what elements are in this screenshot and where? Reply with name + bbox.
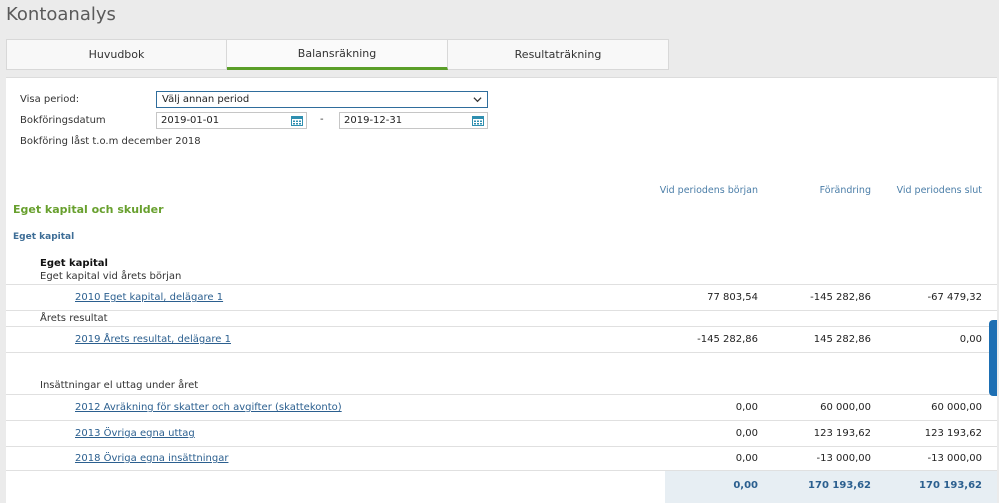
period-select[interactable]: Välj annan period	[156, 91, 488, 108]
section-subtitle: Eget kapital	[13, 232, 75, 242]
row-divider	[6, 352, 997, 353]
cell-end: 0,00	[959, 334, 982, 345]
date-from-value: 2019-01-01	[161, 115, 220, 126]
account-link-2019[interactable]: 2019 Årets resultat, delägare 1	[75, 334, 231, 345]
period-label: Visa period:	[20, 94, 80, 105]
cell-change: 60 000,00	[820, 402, 871, 413]
cell-change: 145 282,86	[813, 334, 871, 345]
date-label: Bokföringsdatum	[20, 115, 106, 126]
cell-end: -67 479,32	[927, 292, 982, 303]
cell-start: -145 282,86	[697, 334, 758, 345]
column-header-start: Vid periodens början	[659, 185, 758, 196]
cell-end: -13 000,00	[927, 453, 982, 464]
cell-end: 60 000,00	[931, 402, 982, 413]
scrollbar-thumb[interactable]	[989, 320, 997, 396]
date-to-value: 2019-12-31	[344, 115, 403, 126]
row-divider	[6, 310, 997, 311]
total-start: 0,00	[733, 480, 758, 491]
column-header-end: Vid periodens slut	[896, 185, 982, 196]
tab-resultatrakning[interactable]: Resultaträkning	[448, 39, 669, 70]
row-divider	[6, 284, 997, 285]
tab-bar: Huvudbok Balansräkning Resultaträkning	[6, 39, 669, 70]
account-link-2010[interactable]: 2010 Eget kapital, delägare 1	[75, 292, 223, 303]
chevron-down-icon	[473, 97, 482, 103]
row-divider	[6, 446, 997, 447]
calendar-icon[interactable]	[291, 115, 303, 126]
period-select-value: Välj annan period	[162, 94, 250, 105]
cell-start: 0,00	[735, 453, 758, 464]
tab-huvudbok[interactable]: Huvudbok	[6, 39, 227, 70]
date-separator: -	[320, 114, 324, 125]
account-link-2013[interactable]: 2013 Övriga egna uttag	[75, 428, 195, 439]
subgroup-label: Eget kapital vid årets början	[40, 271, 182, 282]
tab-balansrakning[interactable]: Balansräkning	[227, 39, 448, 70]
date-from-input[interactable]: 2019-01-01	[156, 112, 307, 129]
row-divider	[6, 394, 997, 395]
cell-start: 0,00	[735, 402, 758, 413]
account-link-2012[interactable]: 2012 Avräkning för skatter och avgifter …	[75, 402, 342, 413]
row-divider	[6, 326, 997, 327]
row-divider	[6, 420, 997, 421]
total-change: 170 193,62	[808, 480, 871, 491]
section-title: Eget kapital och skulder	[13, 203, 164, 216]
page-title: Kontoanalys	[6, 4, 116, 25]
cell-end: 123 193,62	[924, 428, 982, 439]
date-to-input[interactable]: 2019-12-31	[339, 112, 488, 129]
calendar-icon[interactable]	[472, 115, 484, 126]
total-end: 170 193,62	[919, 480, 982, 491]
subgroup-label: Insättningar el uttag under året	[40, 380, 199, 391]
cell-change: -13 000,00	[816, 453, 871, 464]
cell-change: -145 282,86	[810, 292, 871, 303]
lock-note: Bokföring låst t.o.m december 2018	[20, 136, 201, 147]
group-title: Eget kapital	[40, 258, 108, 269]
column-header-change: Förändring	[819, 185, 871, 196]
subgroup-label: Årets resultat	[40, 313, 108, 324]
report-panel: Visa period: Välj annan period Bokföring…	[6, 77, 997, 503]
cell-change: 123 193,62	[813, 428, 871, 439]
cell-start: 77 803,54	[707, 292, 758, 303]
cell-start: 0,00	[735, 428, 758, 439]
account-link-2018[interactable]: 2018 Övriga egna insättningar	[75, 453, 228, 464]
